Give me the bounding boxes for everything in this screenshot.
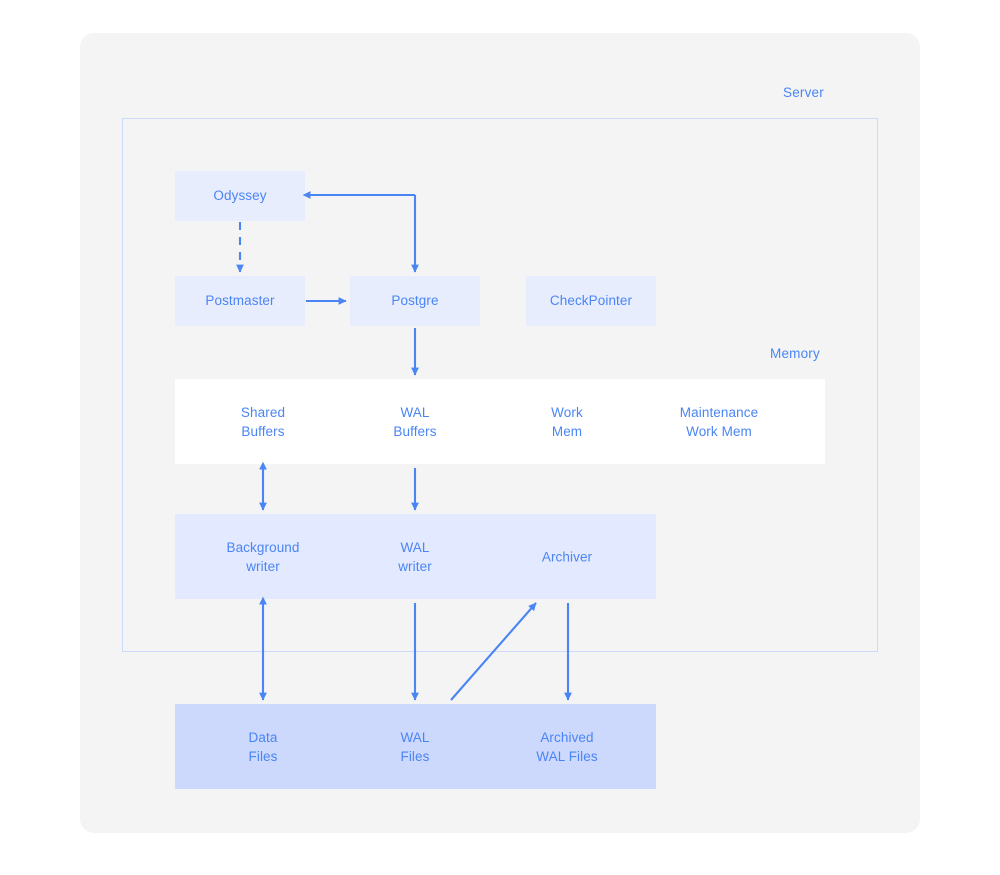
node-checkpointer[interactable]: CheckPointer — [526, 276, 656, 326]
writer-item-background-writer[interactable]: Background writer — [226, 538, 299, 576]
file-item-data-files[interactable]: Data Files — [248, 728, 277, 766]
file-item-wal-files[interactable]: WAL Files — [400, 728, 429, 766]
server-caption: Server — [783, 85, 824, 100]
node-postgre-label: Postgre — [391, 293, 439, 308]
node-postgre[interactable]: Postgre — [350, 276, 480, 326]
writer-band: Background writer WAL writer Archiver — [175, 514, 656, 599]
memory-item-shared-buffers[interactable]: Shared Buffers — [241, 403, 285, 441]
memory-item-wal-buffers[interactable]: WAL Buffers — [393, 403, 436, 441]
writer-item-wal-writer[interactable]: WAL writer — [398, 538, 432, 576]
memory-item-work-mem[interactable]: Work Mem — [551, 403, 583, 441]
file-item-archived-wal-files[interactable]: Archived WAL Files — [536, 728, 597, 766]
memory-band: Shared Buffers WAL Buffers Work Mem Main… — [175, 379, 825, 464]
node-odyssey-label: Odyssey — [213, 188, 267, 203]
memory-item-maintenance-work-mem[interactable]: Maintenance Work Mem — [680, 403, 758, 441]
node-postmaster[interactable]: Postmaster — [175, 276, 305, 326]
files-band: Data Files WAL Files Archived WAL Files — [175, 704, 656, 789]
memory-caption: Memory — [770, 346, 820, 361]
node-odyssey[interactable]: Odyssey — [175, 171, 305, 221]
writer-item-archiver[interactable]: Archiver — [542, 547, 592, 566]
node-postmaster-label: Postmaster — [205, 293, 275, 308]
diagram-canvas: Server Memory Odyssey Postmaster Postgre… — [0, 0, 1000, 875]
node-checkpointer-label: CheckPointer — [549, 293, 633, 308]
